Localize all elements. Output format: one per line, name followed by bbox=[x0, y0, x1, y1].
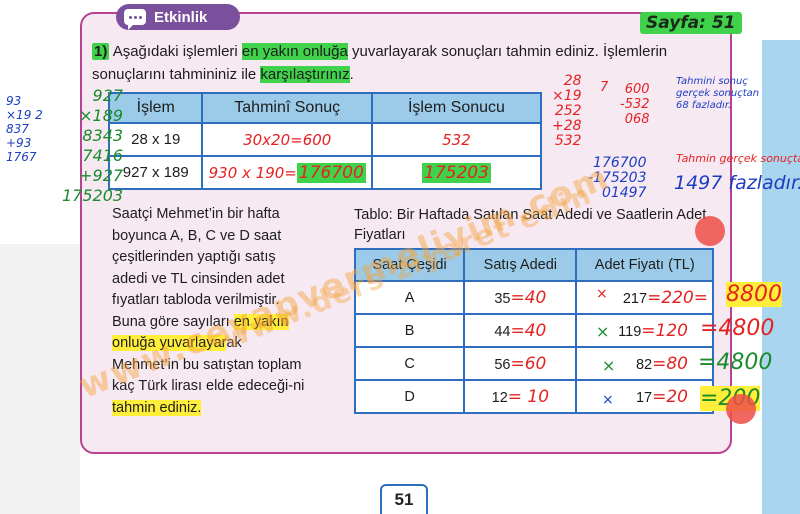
cross-mark: × bbox=[596, 322, 610, 341]
header-tahmini-sonuc: Tahminî Sonuç bbox=[201, 92, 373, 124]
handwritten-note: 1497 fazladır. bbox=[674, 172, 800, 194]
highlight-tahmin-ediniz: tahmin ediniz. bbox=[112, 399, 202, 416]
page-number: 51 bbox=[380, 484, 428, 514]
red-dot bbox=[726, 394, 756, 424]
badge-label: Etkinlik bbox=[154, 8, 208, 26]
cross-mark: × bbox=[602, 392, 614, 408]
handwritten-note: Tahmin gerçek sonuçtan bbox=[676, 152, 800, 165]
total-c: =4800 bbox=[698, 350, 773, 375]
cross-mark: × bbox=[596, 286, 608, 302]
speech-bubble-icon bbox=[124, 9, 146, 30]
table-row: 28 x 19 30x20=600 532 bbox=[107, 122, 543, 157]
table-row: B 44=40 119=120 bbox=[353, 313, 714, 348]
price-cell: 82=80 bbox=[575, 346, 714, 381]
highlight-karsilastiriniz: karşılaştırınız bbox=[260, 66, 350, 83]
handwritten-multiplication: 28 ×19 252 +28 532 bbox=[552, 73, 582, 149]
handwritten-subtraction: 600 -532 068 bbox=[620, 82, 650, 127]
page-reference: Sayfa: 51 bbox=[640, 12, 742, 34]
estimate-cell: 30x20=600 bbox=[201, 122, 373, 157]
header-adet-fiyati: Adet Fiyatı (TL) bbox=[575, 248, 714, 282]
qty-cell: 12= 10 bbox=[463, 379, 578, 414]
type-cell: D bbox=[353, 379, 466, 414]
table-row: 927 x 189 930 x 190= 176700 175203 bbox=[107, 155, 543, 190]
total-a: 8800 bbox=[726, 282, 782, 307]
price-cell: 17=20 bbox=[575, 379, 714, 414]
activity-badge: Etkinlik bbox=[116, 4, 240, 30]
table-row: D 12= 10 17=20 bbox=[353, 379, 714, 414]
highlight-en-yakin-onluga: en yakın onluğa bbox=[241, 43, 348, 60]
result-cell: 532 bbox=[370, 122, 543, 157]
operations-table: İşlem Tahminî Sonuç İşlem Sonucu 28 x 19… bbox=[107, 92, 543, 190]
qty-cell: 56=60 bbox=[463, 346, 578, 381]
header-islem-sonucu: İşlem Sonucu bbox=[370, 92, 543, 124]
red-dot bbox=[695, 216, 725, 246]
cross-mark: × bbox=[602, 356, 616, 375]
question-number: 1) bbox=[92, 43, 110, 60]
handwritten-note: Tahmini sonuç gerçek sonuçtan 68 fazladı… bbox=[676, 76, 760, 111]
scan-shadow bbox=[0, 244, 80, 514]
qty-cell: 44=40 bbox=[463, 313, 578, 348]
type-cell: C bbox=[353, 346, 466, 381]
handwritten-multiplication: 927 ×189 8343 7416 +927 175203 bbox=[62, 86, 124, 205]
result-cell: 175203 bbox=[370, 155, 543, 190]
right-margin-band bbox=[762, 40, 800, 514]
estimate-cell: 930 x 190= 176700 bbox=[201, 155, 373, 190]
table-row: A 35=40 217=220= bbox=[353, 280, 714, 315]
question-text: 1) Aşağıdaki işlemleri en yakın onluğa y… bbox=[92, 43, 668, 83]
type-cell: B bbox=[353, 313, 466, 348]
total-b: =4800 bbox=[700, 316, 775, 341]
handwritten-multiplication: 93 ×19 2 837 +93 1767 bbox=[6, 94, 43, 164]
qty-cell: 35=40 bbox=[463, 280, 578, 315]
table-row: C 56=60 82=80 bbox=[353, 346, 714, 381]
